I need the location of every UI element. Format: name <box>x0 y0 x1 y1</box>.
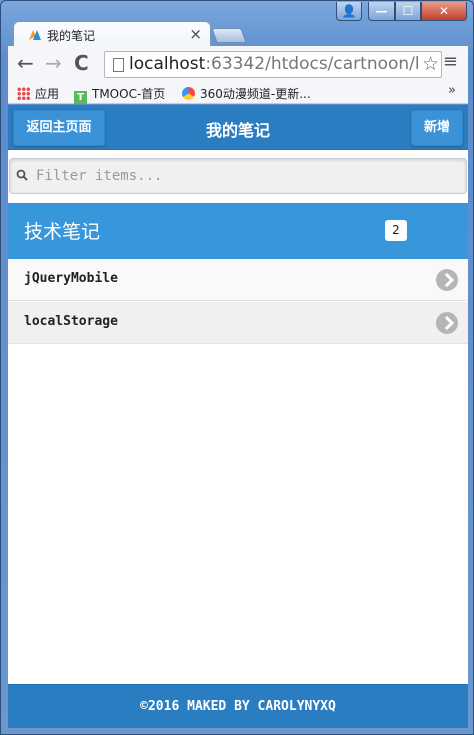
page-header: 返回主页面 我的笔记 新增 <box>8 105 468 150</box>
chevron-right-icon <box>436 269 458 291</box>
add-note-button[interactable]: 新增 <box>411 110 463 146</box>
menu-icon[interactable]: ≡ <box>443 51 458 72</box>
360-icon <box>182 87 195 100</box>
divider-label: 技术笔记 <box>24 221 101 243</box>
reload-icon[interactable]: C <box>74 52 89 74</box>
bookmark-label: 应用 <box>35 87 60 101</box>
search-icon <box>16 169 28 181</box>
minimize-button[interactable]: — <box>368 2 395 21</box>
list-divider: 技术笔记 2 <box>8 203 468 259</box>
bookmark-star-icon[interactable]: ☆ <box>422 53 439 75</box>
page-viewport: 返回主页面 我的笔记 新增 技术笔记 2 jQueryMobile localS… <box>8 105 468 728</box>
back-arrow-icon[interactable]: ← <box>17 52 34 74</box>
user-button[interactable]: 👤 <box>336 2 362 21</box>
close-window-button[interactable]: ✕ <box>421 2 467 21</box>
forward-arrow-icon[interactable]: → <box>45 52 62 74</box>
favicon-icon <box>29 30 41 40</box>
page-title: 我的笔记 <box>205 121 270 140</box>
filter-box <box>9 158 467 194</box>
list-item[interactable]: localStorage <box>8 302 468 344</box>
t-icon: T <box>74 91 87 104</box>
url-path: :63342/htdocs/cartnoon/list <box>205 54 419 74</box>
bookmark-apps[interactable]: 应用 <box>17 85 59 102</box>
more-bookmarks-icon[interactable]: » <box>448 83 456 98</box>
address-bar[interactable]: localhost:63342/htdocs/cartnoon/list ☆ <box>104 51 442 78</box>
bookmark-360[interactable]: 360动漫频道-更新... <box>182 85 311 102</box>
url-host: localhost <box>129 54 206 74</box>
bookmark-tmooc[interactable]: T TMOOC-首页 <box>74 85 165 104</box>
close-icon: ✕ <box>438 4 450 18</box>
user-icon: 👤 <box>341 4 357 18</box>
new-tab-button[interactable] <box>211 28 247 43</box>
bookmark-label: TMOOC-首页 <box>92 87 166 101</box>
count-badge: 2 <box>385 220 407 241</box>
browser-window: 👤 — ☐ ✕ 我的笔记 × ← → C localhost:63342/htd… <box>0 0 474 735</box>
tab-title: 我的笔记 <box>47 29 96 43</box>
bookmark-label: 360动漫频道-更新... <box>200 87 311 101</box>
page-icon <box>113 58 124 72</box>
url-text[interactable]: localhost:63342/htdocs/cartnoon/list <box>129 54 419 74</box>
list-item-label: localStorage <box>24 314 118 329</box>
minimize-icon: — <box>375 4 388 18</box>
tab-close-icon[interactable]: × <box>189 25 202 43</box>
bookmarks-bar: 应用 T TMOOC-首页 360动漫频道-更新... » <box>8 82 468 104</box>
list-item[interactable]: jQueryMobile <box>8 259 468 301</box>
browser-tab[interactable]: 我的笔记 × <box>13 21 211 47</box>
maximize-icon: ☐ <box>402 4 414 18</box>
apps-icon <box>17 87 30 100</box>
browser-toolbar: ← → C localhost:63342/htdocs/cartnoon/li… <box>8 46 468 82</box>
filter-input[interactable] <box>36 165 456 187</box>
page-footer: ©2016 MAKED BY CAROLYNYXQ <box>8 684 468 728</box>
list-item-label: jQueryMobile <box>24 271 118 286</box>
chevron-right-icon <box>436 312 458 334</box>
maximize-button[interactable]: ☐ <box>395 2 421 21</box>
